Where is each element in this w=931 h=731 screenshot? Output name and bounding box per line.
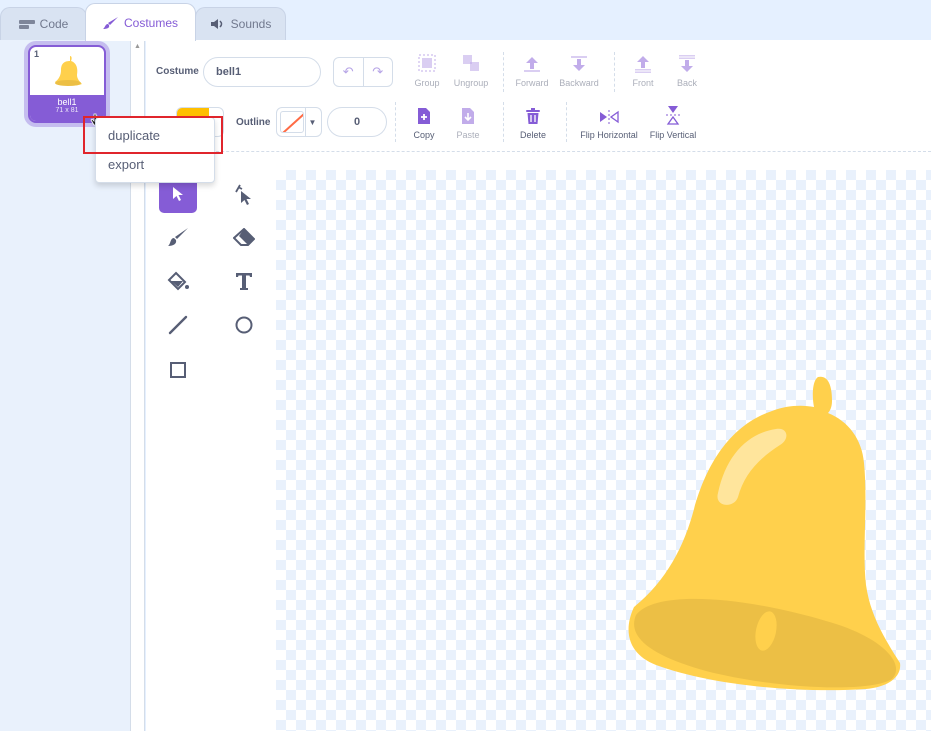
flip-vertical-label: Flip Vertical (649, 130, 697, 140)
group-icon (418, 54, 436, 72)
paint-editor: Costume bell1 ↶ ↷ Group Ungroup Forward … (146, 40, 931, 731)
paste-button[interactable]: Paste (443, 105, 493, 140)
rectangle-tool[interactable] (159, 351, 197, 389)
flip-horizontal-button[interactable]: Flip Horizontal (576, 105, 642, 140)
toolbar-divider (614, 52, 615, 92)
tab-code[interactable]: Code (0, 7, 87, 40)
undo-redo-group: ↶ ↷ (333, 57, 393, 87)
toolbar-divider (503, 52, 504, 92)
costume-card[interactable]: 1 bell1 71 x 81 (28, 45, 106, 123)
speaker-icon (210, 19, 222, 29)
toolbar-divider (566, 102, 567, 142)
backward-button[interactable]: Backward (554, 53, 604, 88)
undo-icon: ↶ (342, 64, 354, 79)
trash-icon (526, 108, 540, 124)
dropdown-arrow-icon[interactable]: ▼ (305, 108, 319, 136)
paste-icon (462, 108, 474, 124)
forward-label: Forward (515, 78, 549, 88)
tab-code-label: Code (39, 17, 69, 31)
tab-sounds-label: Sounds (230, 17, 272, 31)
circle-tool[interactable] (225, 306, 263, 344)
back-label: Back (676, 78, 697, 88)
tab-costumes-label: Costumes (123, 15, 179, 30)
outline-color-picker[interactable]: ▼ (276, 107, 322, 137)
flip-vertical-button[interactable]: Flip Vertical (644, 105, 702, 140)
delete-button[interactable]: Delete (508, 105, 558, 140)
ungroup-label: Ungroup (453, 78, 489, 88)
toolbar-bottom-divider (156, 151, 931, 152)
group-label: Group (414, 78, 440, 88)
redo-button[interactable]: ↷ (364, 58, 393, 86)
front-icon (635, 56, 651, 73)
text-icon (236, 273, 252, 290)
copy-icon (418, 108, 430, 124)
text-tool[interactable] (225, 262, 263, 300)
undo-button[interactable]: ↶ (334, 58, 364, 86)
code-icon (18, 20, 35, 29)
costume-name: bell1 (57, 97, 77, 107)
bell-thumbnail (55, 56, 82, 86)
editor-tabbar: Code Costumes Sounds (0, 0, 931, 41)
eraser-tool[interactable] (225, 218, 263, 256)
back-button[interactable]: Back (662, 53, 712, 88)
toolbar-divider (503, 102, 504, 142)
tab-sounds[interactable]: Sounds (195, 7, 286, 40)
line-icon (168, 315, 188, 335)
backward-label: Backward (559, 78, 599, 88)
arrow-cursor-icon (173, 187, 183, 201)
bell-costume-image[interactable] (626, 375, 906, 691)
circle-icon (235, 316, 253, 334)
redo-icon: ↷ (372, 64, 384, 79)
highlight-box (83, 116, 223, 154)
toolbar-divider (395, 102, 396, 142)
reshape-icon (235, 184, 251, 205)
flip-vertical-icon (666, 106, 680, 125)
flip-horizontal-icon (600, 110, 619, 124)
front-label: Front (632, 78, 654, 88)
group-button[interactable]: Group (402, 53, 452, 88)
brush-tool[interactable] (159, 218, 197, 256)
outline-none-swatch (280, 111, 304, 133)
delete-label: Delete (519, 130, 546, 140)
copy-label: Copy (413, 130, 435, 140)
costume-name-input[interactable]: bell1 (203, 57, 321, 87)
ungroup-button[interactable]: Ungroup (446, 53, 496, 88)
forward-icon (524, 57, 540, 72)
costume-number: 1 (34, 49, 40, 59)
rectangle-icon (170, 362, 186, 378)
fill-tool[interactable] (159, 262, 197, 300)
brush-icon (168, 228, 188, 246)
outline-width-input[interactable]: 0 (327, 107, 387, 137)
menu-item-export[interactable]: export (96, 150, 214, 179)
paste-label: Paste (456, 130, 480, 140)
ungroup-icon (463, 55, 479, 71)
paint-canvas[interactable] (276, 170, 931, 731)
backward-icon (571, 56, 587, 71)
paint-bucket-icon (167, 271, 189, 291)
flip-horizontal-label: Flip Horizontal (580, 130, 638, 140)
costume-name-label: Costume (156, 66, 199, 77)
eraser-icon (233, 228, 255, 246)
copy-button[interactable]: Copy (399, 105, 449, 140)
reshape-tool[interactable] (225, 175, 263, 213)
forward-button[interactable]: Forward (507, 53, 557, 88)
front-button[interactable]: Front (618, 53, 668, 88)
line-tool[interactable] (159, 306, 197, 344)
tab-costumes[interactable]: Costumes (85, 3, 196, 41)
paintbrush-icon (102, 16, 118, 29)
outline-label: Outline (236, 117, 271, 128)
back-icon (679, 55, 695, 72)
scroll-up-icon[interactable]: ▲ (134, 43, 141, 50)
